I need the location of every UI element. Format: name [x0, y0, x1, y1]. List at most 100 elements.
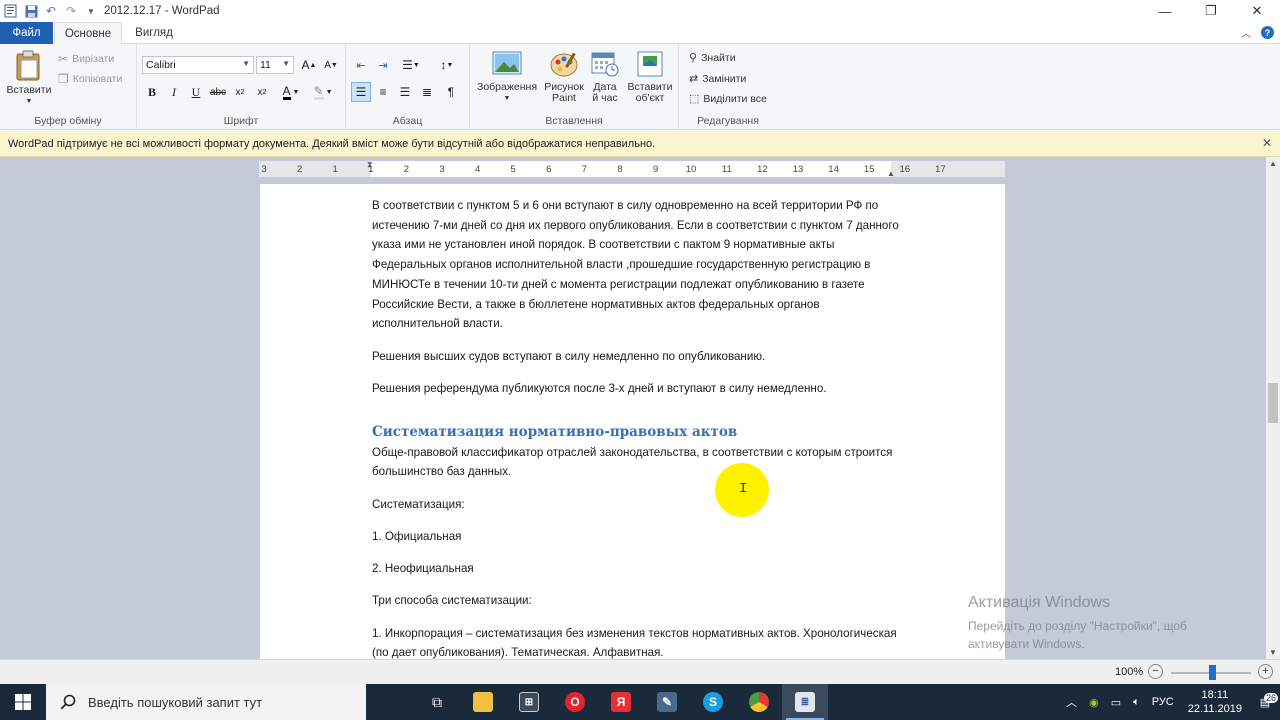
find-button[interactable]: ⚲ Знайти: [689, 51, 736, 65]
insert-group-label: Вставлення: [545, 115, 603, 127]
right-indent-marker-icon[interactable]: ▲: [887, 169, 895, 178]
paragraph-3[interactable]: Решения референдума публикуются после 3-…: [372, 379, 902, 399]
subscript-button[interactable]: x2: [230, 82, 250, 102]
paste-button[interactable]: Вставити ▼: [6, 50, 52, 107]
paragraph-settings-button[interactable]: ¶: [441, 82, 461, 102]
taskbar-file-explorer[interactable]: [460, 684, 506, 720]
bullets-button[interactable]: ☰ ▼: [397, 55, 425, 75]
search-placeholder: Введіть пошуковий запит тут: [88, 694, 263, 710]
paragraph-4[interactable]: Обще-правовой классификатор отраслей зак…: [372, 443, 902, 482]
vertical-scrollbar[interactable]: ▲ ▼: [1266, 157, 1280, 659]
task-view-button[interactable]: ⧉: [414, 684, 460, 720]
taskbar-opera[interactable]: O: [552, 684, 598, 720]
font-size-select[interactable]: 11 ▼: [256, 56, 294, 74]
close-button[interactable]: ✕: [1234, 0, 1280, 22]
windows-logo-icon: [15, 694, 31, 710]
scroll-down-icon[interactable]: ▼: [1268, 648, 1278, 657]
paragraph-5[interactable]: Систематизация:: [372, 495, 902, 515]
increase-indent-button[interactable]: ⇥: [373, 55, 393, 75]
paragraph-8[interactable]: Три способа систематизации:: [372, 591, 902, 611]
scroll-up-icon[interactable]: ▲: [1268, 159, 1278, 168]
ruler-tick-label: 3: [261, 164, 267, 175]
text-color-button[interactable]: A ▼: [277, 82, 305, 102]
picture-button[interactable]: Зображення ▼: [474, 50, 540, 104]
action-center-button[interactable]: ▤ 26: [1250, 692, 1280, 709]
redo-icon[interactable]: ↷: [64, 4, 78, 18]
undo-icon[interactable]: ↶: [44, 4, 58, 18]
shrink-font-button[interactable]: A ▼: [321, 55, 341, 75]
document-area[interactable]: 3 2 1 1 2 3 4 5 6 7 8 9 10 11 12 13 14 15 16 17 ⧗ ▲ В соотв…: [0, 157, 1266, 659]
minimize-button[interactable]: —: [1142, 0, 1188, 22]
document-page[interactable]: В соответствии с пунктом 5 и 6 они вступ…: [260, 184, 1005, 659]
scrollbar-thumb[interactable]: [1268, 383, 1278, 423]
indent-marker-icon[interactable]: ⧗: [367, 160, 373, 170]
select-all-button[interactable]: ⬚ Виділити все: [689, 92, 767, 106]
taskbar-wordpad[interactable]: ≣: [782, 684, 828, 720]
paragraph-9[interactable]: 1. Инкорпорация – систематизация без изм…: [372, 624, 902, 659]
highlight-color-button[interactable]: ✎ ▼: [309, 82, 337, 102]
start-button[interactable]: [0, 684, 46, 720]
highlighter-icon: ✎: [313, 83, 324, 100]
text-color-icon: A: [282, 83, 291, 100]
tab-home[interactable]: Основне: [54, 22, 122, 45]
font-family-select[interactable]: Calibri ▼: [142, 56, 254, 74]
picture-label: Зображення: [476, 81, 538, 93]
volume-icon[interactable]: 🔈︎: [1127, 696, 1146, 709]
replace-button[interactable]: ⇄ Замінити: [689, 72, 747, 86]
taskbar-app-paint[interactable]: ✎: [644, 684, 690, 720]
bullet-list-icon: ☰: [402, 58, 413, 72]
taskbar-yandex-browser[interactable]: Я: [598, 684, 644, 720]
insert-object-button[interactable]: Вставити об'єкт: [624, 50, 676, 104]
minimize-ribbon-icon[interactable]: ︿: [1241, 25, 1251, 40]
replace-label: Замінити: [702, 72, 747, 85]
save-icon[interactable]: [24, 4, 38, 18]
close-icon[interactable]: ✕: [1262, 136, 1272, 150]
document-content[interactable]: В соответствии с пунктом 5 и 6 они вступ…: [372, 196, 902, 659]
grow-font-button[interactable]: A ▲: [299, 55, 319, 75]
network-icon[interactable]: ▭: [1105, 696, 1127, 709]
bold-button[interactable]: B: [142, 82, 162, 102]
ruler-tick-label: 6: [546, 164, 552, 175]
ruler[interactable]: 3 2 1 1 2 3 4 5 6 7 8 9 10 11 12 13 14 15 16 17 ⧗ ▲: [259, 160, 1005, 178]
cut-button[interactable]: ✂ Вирізати: [58, 52, 114, 66]
justify-icon: ≣: [421, 85, 433, 99]
paragraph-6[interactable]: 1. Официальная: [372, 527, 902, 547]
tab-view[interactable]: Вигляд: [126, 22, 182, 44]
align-center-button[interactable]: ≡: [373, 82, 393, 102]
customize-qat-icon[interactable]: ▼: [84, 4, 98, 18]
justify-button[interactable]: ≣: [417, 82, 437, 102]
taskbar-search-box[interactable]: Введіть пошуковий запит тут: [46, 684, 366, 720]
taskbar-chrome[interactable]: [736, 684, 782, 720]
decrease-indent-button[interactable]: ⇤: [351, 55, 371, 75]
zoom-slider-thumb[interactable]: [1209, 665, 1216, 680]
input-language[interactable]: РУС: [1146, 696, 1180, 708]
tab-file[interactable]: Файл: [0, 22, 53, 44]
help-icon[interactable]: ?: [1261, 26, 1274, 39]
paragraph-7[interactable]: 2. Неофициальная: [372, 559, 902, 579]
align-left-button[interactable]: ☰: [351, 82, 371, 102]
document-heading[interactable]: Систематизация нормативно-правовых актов: [372, 423, 902, 441]
strikethrough-button[interactable]: abc: [208, 82, 228, 102]
superscript-button[interactable]: x2: [252, 82, 272, 102]
maximize-button[interactable]: ❐: [1188, 0, 1234, 22]
taskbar-skype[interactable]: S: [690, 684, 736, 720]
align-left-icon: ☰: [355, 85, 367, 99]
show-hidden-icons-icon[interactable]: ︿: [1060, 694, 1083, 710]
ribbon: Вставити ▼ ✂ Вирізати ❐ Копіювати Буфер …: [0, 44, 1280, 130]
paragraph-1[interactable]: В соответствии с пунктом 5 и 6 они вступ…: [372, 196, 902, 334]
date-time-button[interactable]: Дата й час: [588, 50, 622, 104]
tray-app-icon[interactable]: ◉: [1083, 696, 1105, 709]
paragraph-2[interactable]: Решения высших судов вступают в силу нем…: [372, 347, 902, 367]
copy-button[interactable]: ❐ Копіювати: [58, 72, 122, 86]
taskbar-store[interactable]: ⊞: [506, 684, 552, 720]
zoom-out-button[interactable]: −: [1148, 664, 1163, 679]
underline-button[interactable]: U: [186, 82, 206, 102]
align-right-button[interactable]: ☰: [395, 82, 415, 102]
line-spacing-button[interactable]: ↕ ▼: [433, 55, 461, 75]
clock[interactable]: 18:11 22.11.2019: [1180, 688, 1250, 716]
italic-button[interactable]: I: [164, 82, 184, 102]
align-center-icon: ≡: [379, 85, 387, 99]
wordpad-app-icon[interactable]: [4, 4, 18, 18]
zoom-in-button[interactable]: +: [1258, 664, 1273, 679]
paint-drawing-button[interactable]: Рисунок Paint: [542, 50, 586, 104]
